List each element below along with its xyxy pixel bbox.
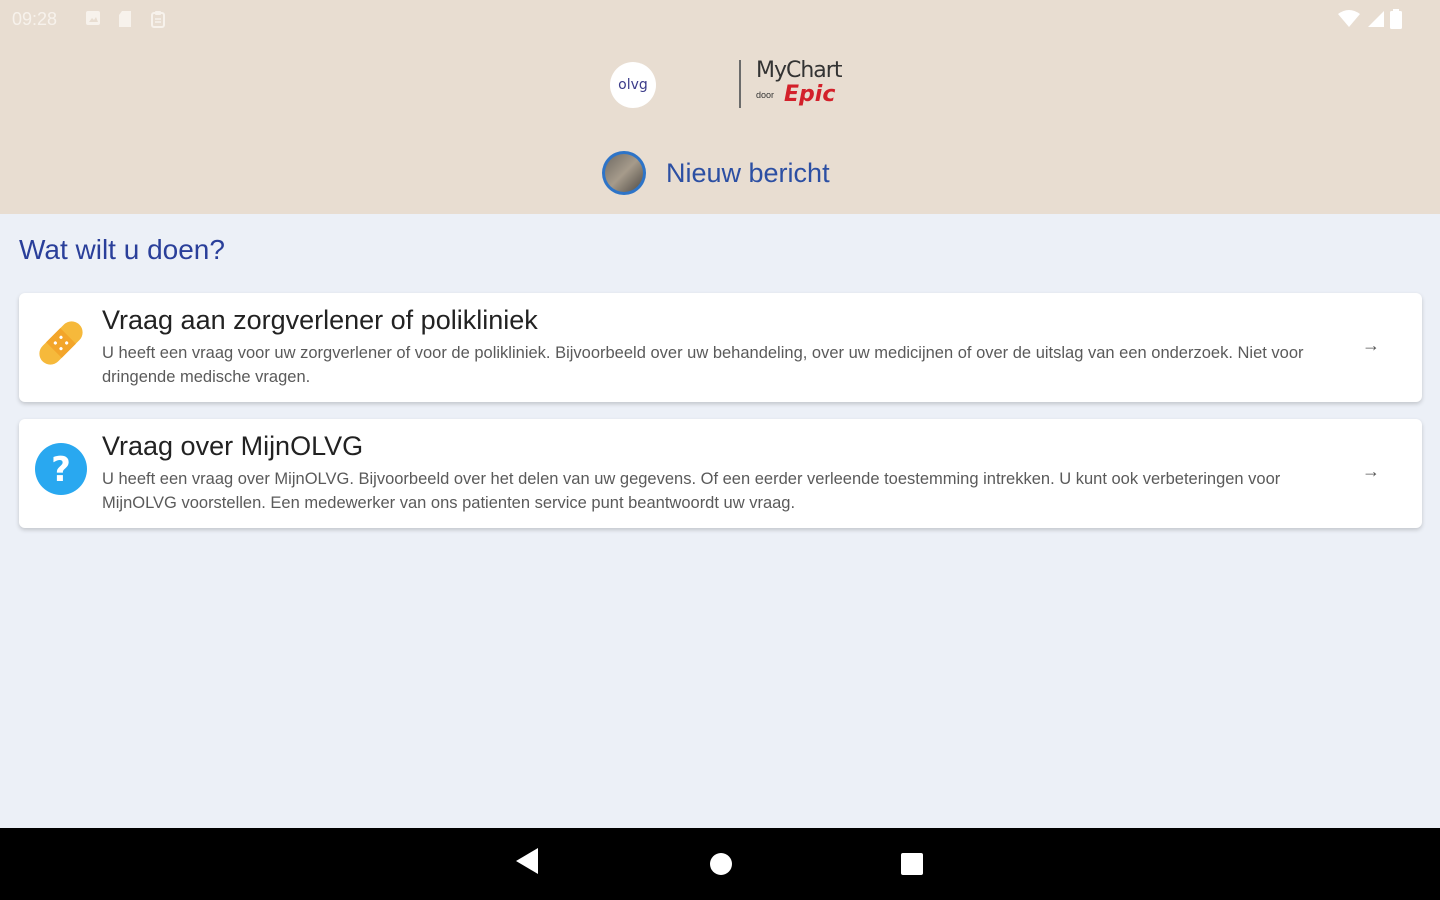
option-card-mijnolvg[interactable]: ? Vraag over MijnOLVG U heeft een vraag …: [19, 419, 1422, 528]
wifi-icon: [1338, 10, 1360, 33]
back-icon[interactable]: [514, 846, 540, 881]
option-title: Vraag aan zorgverlener of polikliniek: [102, 305, 538, 335]
photo-icon: [85, 10, 101, 31]
mychart-logo-text: MyChart: [756, 58, 842, 83]
section-title: Wat wilt u doen?: [19, 234, 225, 265]
logo-divider: [739, 60, 741, 108]
avatar[interactable]: [602, 151, 646, 195]
svg-text:?: ?: [51, 450, 71, 490]
option-description: U heeft een vraag voor uw zorgverlener o…: [102, 344, 1304, 386]
option-title: Vraag over MijnOLVG: [102, 431, 364, 461]
page-title: Nieuw bericht: [666, 158, 830, 188]
header: 09:28 olvg MyChart door Epic Nieuw beric…: [0, 0, 1440, 214]
status-right-icons: [1338, 9, 1402, 34]
olvg-logo: olvg: [610, 62, 656, 108]
avatar-photo: [605, 154, 643, 192]
battery-icon: [1390, 9, 1402, 34]
recents-icon[interactable]: [900, 852, 924, 881]
olvg-logo-text: olvg: [618, 77, 648, 93]
status-bar: 09:28: [0, 0, 1440, 38]
question-icon: ?: [33, 441, 89, 497]
navigation-bar: [0, 828, 1440, 900]
option-card-care-provider[interactable]: Vraag aan zorgverlener of polikliniek U …: [19, 293, 1422, 402]
status-time: 09:28: [12, 9, 58, 29]
clipboard-icon: [150, 10, 166, 33]
bandage-icon: [33, 315, 89, 371]
signal-icon: [1366, 10, 1384, 33]
sd-card-icon: [117, 10, 133, 33]
arrow-right-icon: →: [1362, 461, 1380, 481]
option-description: U heeft een vraag over MijnOLVG. Bijvoor…: [102, 470, 1281, 512]
arrow-right-icon: →: [1362, 335, 1380, 355]
mychart-by-text: door: [756, 90, 775, 100]
home-icon[interactable]: [708, 851, 734, 882]
mychart-logo: MyChart door Epic: [752, 56, 852, 112]
epic-logo-text: Epic: [784, 82, 836, 107]
